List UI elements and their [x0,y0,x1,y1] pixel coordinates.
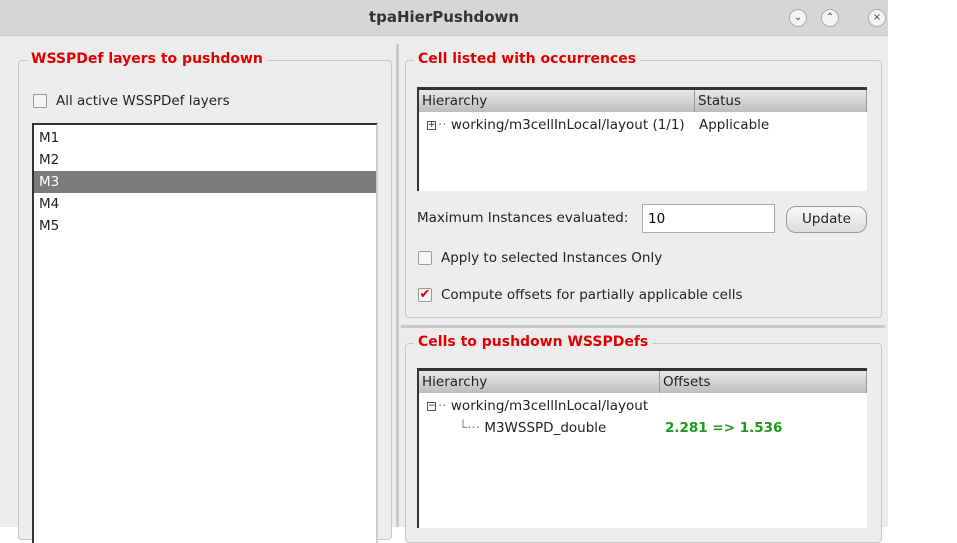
title-bar: tpaHierPushdown ⌄ ⌃ × [0,0,888,36]
tree-row-child[interactable]: └··· M3WSSPD_double [459,420,606,436]
tree-row[interactable]: + ·· working/m3cellInLocal/layout (1/1) [427,117,685,133]
column-header-status[interactable]: Status [695,90,867,112]
all-active-checkbox[interactable] [33,94,47,108]
layers-list[interactable]: M1 M2 M3 M4 M5 [32,123,378,543]
list-item[interactable]: M1 [34,127,376,149]
list-item[interactable]: M4 [34,193,376,215]
layers-group-title: WSSPDef layers to pushdown [27,51,267,67]
column-header-hierarchy[interactable]: Hierarchy [419,90,695,112]
list-item-selected[interactable]: M3 [34,171,376,193]
collapse-icon[interactable]: − [427,401,436,411]
pushdown-tree[interactable]: Hierarchy Offsets − ·· working/m3cellInLo… [417,368,867,528]
apply-selected-checkbox[interactable] [418,251,432,265]
all-active-label: All active WSSPDef layers [56,93,230,109]
max-instances-input[interactable] [642,204,775,233]
row-hierarchy: M3WSSPD_double [484,420,607,436]
list-item[interactable]: M2 [34,149,376,171]
row-status: Applicable [699,117,770,133]
horizontal-splitter[interactable] [401,325,885,328]
occurrences-group: Cell listed with occurrences Hierarchy S… [405,51,882,318]
expand-icon[interactable]: + [427,120,436,130]
occurrences-group-title: Cell listed with occurrences [414,51,641,67]
list-item[interactable]: M5 [34,215,376,237]
tree-row-parent[interactable]: − ·· working/m3cellInLocal/layout [427,398,648,414]
update-button[interactable]: Update [786,206,867,233]
layers-group: WSSPDef layers to pushdown All active WS… [18,51,392,543]
compute-offsets-checkbox[interactable]: ✔ [418,288,432,302]
row-hierarchy: working/m3cellInLocal/layout (1/1) [450,117,685,133]
apply-selected-label: Apply to selected Instances Only [441,250,663,266]
close-icon[interactable]: × [868,9,886,27]
row-hierarchy: working/m3cellInLocal/layout [450,398,649,414]
maximize-icon[interactable]: ⌃ [821,9,839,27]
minimize-icon[interactable]: ⌄ [789,9,807,27]
occurrences-tree[interactable]: Hierarchy Status + ·· working/m3cellInLoc… [417,87,867,191]
dialog-window: tpaHierPushdown ⌄ ⌃ × WSSPDef layers to … [0,0,888,543]
pushdown-group: Cells to pushdown WSSPDefs Hierarchy Off… [405,334,882,543]
compute-offsets-label: Compute offsets for partially applicable… [441,287,743,303]
pushdown-group-title: Cells to pushdown WSSPDefs [414,334,653,350]
window-title: tpaHierPushdown [368,8,520,26]
vertical-splitter[interactable] [396,44,399,527]
tree-branch-icon: └··· [459,420,481,436]
column-header-hierarchy[interactable]: Hierarchy [419,371,660,393]
max-instances-label: Maximum Instances evaluated: [417,210,629,226]
column-header-offsets[interactable]: Offsets [660,371,867,393]
row-offset: 2.281 => 1.536 [665,420,783,436]
